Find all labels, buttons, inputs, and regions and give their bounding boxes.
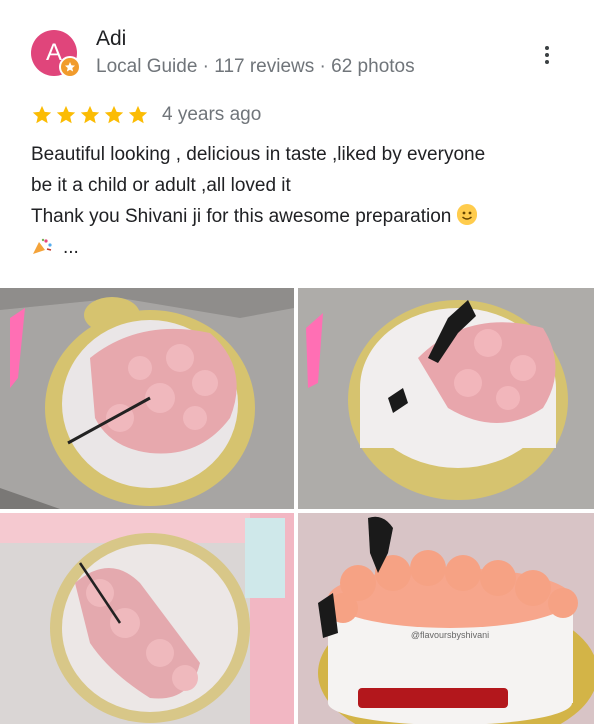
review-text-line: be it a child or adult ,all loved it (31, 175, 291, 196)
star-icon (80, 105, 100, 124)
cake-photo-2[interactable] (298, 288, 594, 509)
star-rating (31, 104, 149, 126)
reviewer-meta: Local Guide · 117 reviews · 62 photos (96, 56, 415, 77)
cake-photo-3[interactable] (0, 513, 294, 724)
review-age: 4 years ago (162, 104, 262, 125)
more-options-button[interactable] (532, 40, 562, 70)
more-dot-icon (545, 60, 549, 64)
review-text-line-4[interactable]: ... (31, 232, 576, 263)
star-icon (56, 105, 76, 124)
cake-photo-4[interactable]: @flavoursbyshivani (298, 513, 594, 724)
more-dot-icon (545, 53, 549, 57)
local-guide-badge-icon (59, 56, 81, 78)
star-icon (104, 105, 124, 124)
star-icon (32, 105, 52, 124)
review-text-line: Beautiful looking , delicious in taste ,… (31, 144, 486, 165)
party-popper-icon (31, 235, 53, 254)
review-text-line-3: Thank you Shivani ji for this awesome pr… (31, 201, 576, 232)
more-dot-icon (545, 46, 549, 50)
smiling-face-icon (457, 204, 478, 225)
cake-photo-1[interactable] (0, 288, 294, 509)
review-text: Beautiful looking , delicious in taste ,… (31, 139, 576, 263)
read-more-ellipsis[interactable]: ... (63, 237, 79, 258)
watermark-text: @flavoursbyshivani (411, 630, 489, 640)
star-icon (128, 105, 148, 124)
review-text-line-3-text: Thank you Shivani ji for this awesome pr… (31, 206, 452, 227)
reviewer-avatar[interactable]: A (31, 30, 81, 78)
rating-row: 4 years ago (31, 104, 261, 126)
reviewer-name[interactable]: Adi (96, 27, 126, 51)
